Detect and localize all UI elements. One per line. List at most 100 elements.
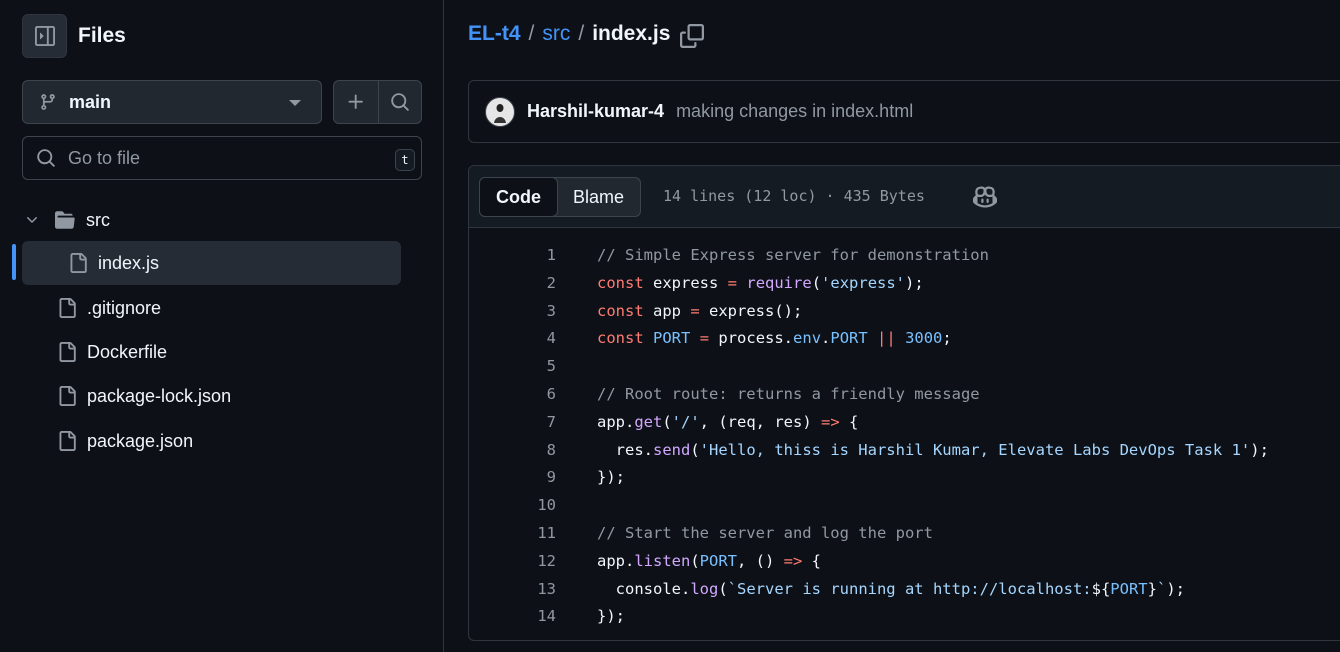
code-token: app: [643, 301, 691, 320]
sidebar-toggle-button[interactable]: [22, 14, 67, 58]
commit-author[interactable]: Harshil-kumar-4: [527, 101, 664, 122]
file-icon: [57, 430, 77, 452]
file-icon: [57, 385, 77, 407]
code-token: );: [1166, 579, 1185, 598]
code-token: app.: [597, 551, 635, 570]
code-token: , (req, res): [699, 412, 821, 431]
avatar[interactable]: [485, 96, 515, 127]
tab-blame[interactable]: Blame: [557, 178, 640, 216]
line-number[interactable]: 9: [547, 468, 556, 486]
line-number[interactable]: 8: [547, 441, 556, 459]
tree-item-dockerfile[interactable]: Dockerfile: [57, 338, 167, 366]
breadcrumb-dir-link[interactable]: src: [542, 22, 570, 46]
code-token: PORT: [830, 329, 868, 348]
line-number[interactable]: 11: [537, 524, 556, 542]
code-line: 3 const app = express();: [469, 298, 1340, 326]
folder-icon: [54, 210, 76, 230]
tree-item-package-lock[interactable]: package-lock.json: [57, 382, 231, 410]
tree-item-label: src: [86, 209, 110, 230]
search-code-button[interactable]: [377, 81, 422, 123]
plus-icon: [348, 94, 363, 109]
breadcrumb-repo-link[interactable]: EL-t4: [468, 22, 521, 46]
code-token: express: [643, 273, 728, 292]
line-code: res.send('Hello, thiss is Harshil Kumar,…: [597, 441, 1269, 459]
code-token: 'express': [821, 273, 906, 292]
line-number[interactable]: 13: [537, 580, 556, 598]
code-token: {: [839, 412, 859, 431]
line-number[interactable]: 14: [537, 607, 556, 625]
line-number[interactable]: 7: [547, 413, 556, 431]
breadcrumb-separator: /: [578, 22, 585, 45]
tree-item-index-js[interactable]: index.js: [22, 241, 401, 285]
code-token: }: [1147, 579, 1157, 598]
code-token: // Simple Express server for demonstrati…: [597, 246, 989, 264]
code-token: 3000: [905, 329, 943, 348]
line-number[interactable]: 12: [537, 552, 556, 570]
tree-item-package-json[interactable]: package.json: [57, 427, 193, 455]
tree-item-label: package.json: [87, 430, 194, 451]
copilot-button[interactable]: [972, 185, 998, 214]
code-line: 12 app.listen(PORT, () => {: [469, 548, 1340, 576]
code-token: console.: [597, 579, 691, 598]
code-token: log: [690, 579, 719, 598]
line-number[interactable]: 4: [547, 329, 556, 347]
code-token: const: [597, 301, 644, 320]
line-number[interactable]: 5: [547, 357, 556, 375]
line-code: });: [597, 607, 625, 625]
code-token: (: [718, 579, 728, 598]
code-token: listen: [634, 551, 691, 570]
code-token: , (): [737, 551, 784, 570]
code-token: );: [1250, 440, 1269, 459]
shortcut-hint: t: [395, 149, 415, 171]
copy-icon: [680, 24, 704, 48]
go-to-file-field[interactable]: t: [22, 136, 422, 180]
tree-item-label: package-lock.json: [87, 385, 232, 406]
copilot-icon: [973, 186, 997, 208]
branch-selector-button[interactable]: main: [22, 80, 322, 124]
line-number[interactable]: 10: [537, 496, 556, 514]
code-token: {: [802, 551, 822, 570]
commit-message[interactable]: making changes in index.html: [676, 101, 913, 122]
tree-item-label: index.js: [98, 252, 160, 273]
tree-item-gitignore[interactable]: .gitignore: [57, 294, 161, 322]
code-line: 7 app.get('/', (req, res) => {: [469, 409, 1340, 437]
line-number[interactable]: 3: [547, 302, 556, 320]
code-token: app.: [597, 412, 635, 431]
code-token: // Root route: returns a friendly messag…: [597, 385, 980, 403]
tree-item-src[interactable]: src: [24, 206, 110, 234]
chevron-down-icon: [24, 212, 40, 228]
code-token: (: [662, 412, 672, 431]
line-code: app.get('/', (req, res) => {: [597, 413, 858, 431]
code-token: `Server is running at http://localhost:: [727, 579, 1092, 598]
add-file-button[interactable]: [334, 81, 378, 123]
tab-code[interactable]: Code: [479, 177, 558, 217]
code-line: 4 const PORT = process.env.PORT || 3000;: [469, 325, 1340, 353]
code-token: =>: [821, 412, 840, 431]
chevron-down-icon: [289, 100, 301, 106]
code-line: 6 // Root route: returns a friendly messa…: [469, 381, 1340, 409]
code-token: 'Hello, thiss is Harshil Kumar, Elevate …: [699, 440, 1251, 459]
code-line: 9});: [469, 464, 1340, 492]
line-number[interactable]: 1: [547, 246, 556, 264]
go-to-file-input[interactable]: [68, 147, 368, 169]
line-code: const PORT = process.env.PORT || 3000;: [597, 329, 952, 347]
code-token: process.: [709, 329, 794, 348]
code-token: res.: [597, 440, 653, 459]
code-line: 11 // Start the server and log the port: [469, 520, 1340, 548]
code-token: env: [793, 329, 822, 348]
file-stats: 14 lines (12 loc) · 435 Bytes: [663, 187, 925, 205]
line-code: app.listen(PORT, () => {: [597, 552, 821, 570]
view-mode-toggle: Code Blame: [479, 177, 642, 217]
copy-path-button[interactable]: [680, 24, 704, 53]
code-token: `: [1156, 579, 1167, 598]
file-icon: [57, 341, 77, 363]
line-number[interactable]: 6: [547, 385, 556, 403]
sidebar-title: Files: [78, 24, 126, 47]
file-icon: [68, 252, 88, 274]
code-line: 10: [469, 492, 1340, 520]
code-token: PORT: [653, 329, 691, 348]
code-token: .: [821, 329, 831, 348]
line-number[interactable]: 2: [547, 274, 556, 292]
